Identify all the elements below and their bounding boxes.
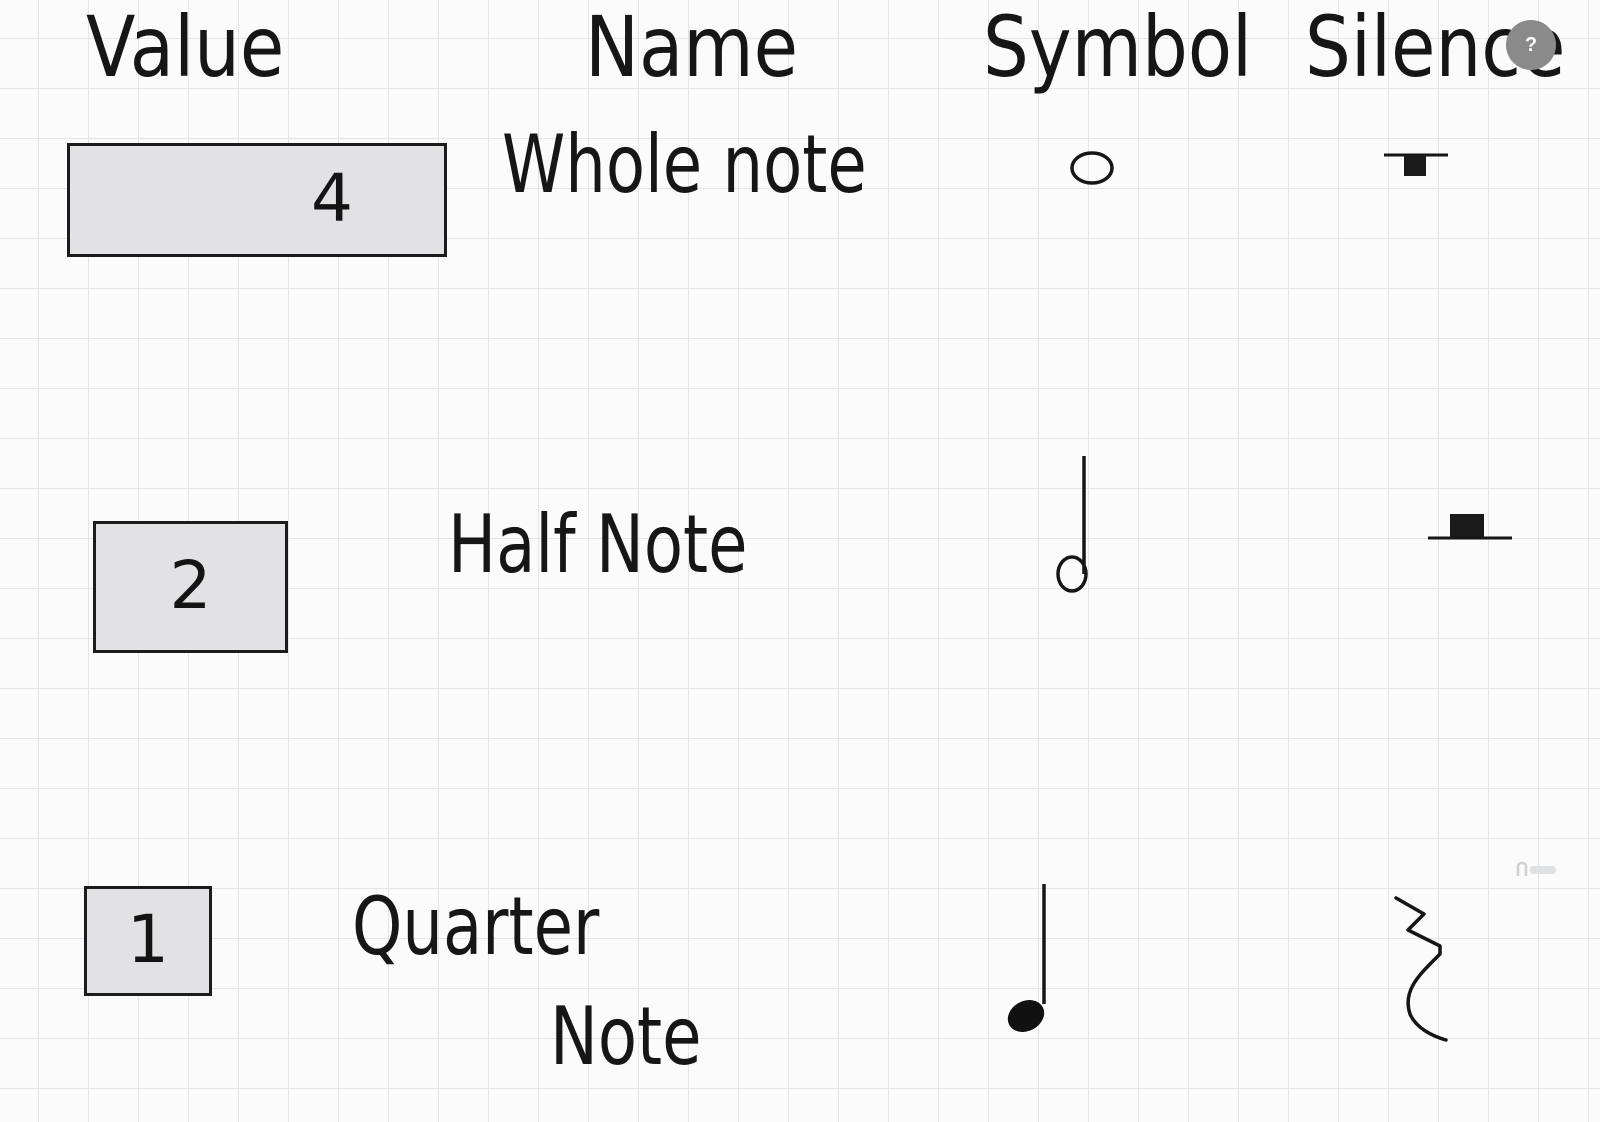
value-number: 4 bbox=[311, 159, 353, 237]
value-box-half: 2 bbox=[93, 521, 288, 653]
value-box-quarter: 1 bbox=[84, 886, 212, 996]
half-rest-icon bbox=[1428, 514, 1512, 540]
udemy-logo bbox=[1516, 861, 1556, 876]
help-button[interactable]: ? bbox=[1506, 20, 1556, 70]
note-name-quarter-line2: Note bbox=[550, 990, 702, 1083]
half-note-icon bbox=[1056, 456, 1088, 593]
whole-rest-icon bbox=[1384, 153, 1448, 176]
value-number: 2 bbox=[169, 546, 212, 624]
quarter-note-icon bbox=[1007, 884, 1046, 1032]
quarter-rest-icon bbox=[1394, 896, 1448, 1042]
header-value: Value bbox=[86, 0, 285, 96]
value-box-whole: 4 bbox=[67, 143, 447, 257]
header-symbol: Symbol bbox=[983, 0, 1253, 96]
note-name-whole: Whole note bbox=[502, 118, 867, 211]
note-name-half: Half Note bbox=[448, 498, 748, 591]
whole-note-icon bbox=[1070, 151, 1114, 185]
value-number: 1 bbox=[127, 900, 169, 978]
note-name-quarter-line1: Quarter bbox=[352, 880, 600, 973]
header-name: Name bbox=[585, 0, 799, 96]
